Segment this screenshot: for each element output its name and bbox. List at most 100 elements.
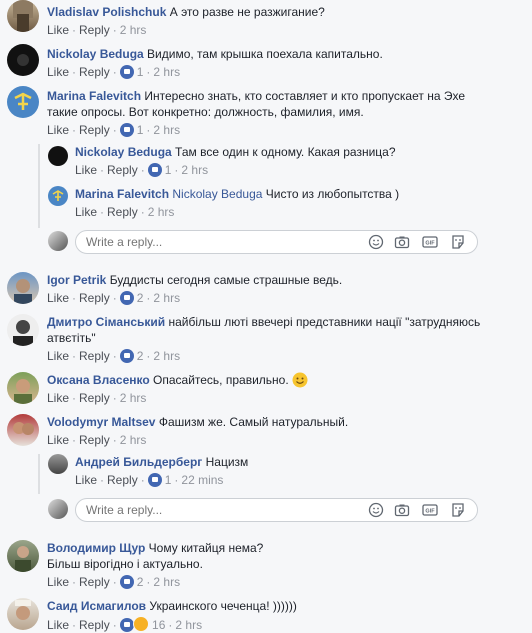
comment-author[interactable]: Саид Исмагилов — [47, 599, 146, 613]
timestamp[interactable]: 2 hrs — [153, 123, 180, 137]
comment-text: Фашизм же. Самый натуральный. — [158, 415, 349, 429]
reply-button[interactable]: Reply — [79, 123, 110, 137]
sticker-icon[interactable] — [450, 234, 466, 250]
timestamp[interactable]: 2 hrs — [153, 65, 180, 79]
timestamp[interactable]: 2 hrs — [153, 575, 180, 589]
comment-author[interactable]: Оксана Власенко — [47, 373, 150, 387]
separator: · — [72, 391, 77, 405]
avatar[interactable] — [48, 186, 68, 206]
gif-icon[interactable]: GIF — [422, 502, 438, 518]
comment-author[interactable]: Igor Petrik — [47, 273, 106, 287]
comment: Дмитро Сіманський найбільш люті ввечері … — [0, 312, 532, 368]
avatar[interactable] — [7, 598, 39, 630]
like-button[interactable]: Like — [47, 123, 69, 137]
timestamp[interactable]: 22 mins — [181, 473, 223, 487]
reply-button[interactable]: Reply — [79, 618, 110, 632]
like-button[interactable]: Like — [47, 575, 69, 589]
like-reaction-icon — [119, 349, 134, 363]
reaction-count[interactable]: 2 — [137, 575, 144, 589]
comment-author[interactable]: Володимир Щур — [47, 541, 145, 555]
reply-author[interactable]: Marina Falevitch — [75, 187, 169, 201]
current-user-avatar — [48, 231, 68, 251]
separator: · — [100, 163, 105, 177]
reaction-count[interactable]: 2 — [137, 349, 144, 363]
avatar[interactable] — [7, 272, 39, 304]
comment: Оксана Власенко Опасайтесь, правильно. L… — [0, 372, 532, 412]
timestamp[interactable]: 2 hrs — [120, 391, 147, 405]
comment-text-line2: атвєтіть" — [47, 331, 96, 345]
timestamp[interactable]: 2 hrs — [175, 618, 202, 632]
reaction-count[interactable]: 1 — [137, 123, 144, 137]
reply-button[interactable]: Reply — [79, 391, 110, 405]
reply-author[interactable]: Андрей Бильдерберг — [75, 455, 202, 469]
reply-button[interactable]: Reply — [107, 205, 138, 219]
reply-button[interactable]: Reply — [79, 575, 110, 589]
camera-icon[interactable] — [394, 502, 410, 518]
reply-button[interactable]: Reply — [79, 65, 110, 79]
comment-text: Опасайтесь, правильно. — [153, 373, 289, 387]
avatar[interactable] — [7, 372, 39, 404]
separator: · — [168, 618, 173, 632]
timestamp[interactable]: 2 hrs — [153, 291, 180, 305]
timestamp[interactable]: 2 hrs — [148, 205, 175, 219]
reply-button[interactable]: Reply — [107, 163, 138, 177]
timestamp[interactable]: 2 hrs — [120, 433, 147, 447]
reply: Nickolay Beduga Там все один к одному. К… — [0, 144, 532, 180]
gif-icon[interactable]: GIF — [422, 234, 438, 250]
timestamp[interactable]: 2 hrs — [181, 163, 208, 177]
emoji-icon[interactable] — [368, 234, 384, 250]
like-button[interactable]: Like — [47, 23, 69, 37]
reply-button[interactable]: Reply — [79, 349, 110, 363]
like-button[interactable]: Like — [47, 349, 69, 363]
reaction-count[interactable]: 16 — [152, 618, 165, 632]
avatar-photo-icon — [17, 54, 29, 66]
like-button[interactable]: Like — [47, 291, 69, 305]
comment-author[interactable]: Volodymyr Maltsev — [47, 415, 155, 429]
reaction-count[interactable]: 1 — [137, 65, 144, 79]
separator: · — [100, 205, 105, 219]
avatar[interactable] — [48, 146, 68, 166]
comment-author[interactable]: Nickolay Beduga — [47, 47, 144, 61]
avatar[interactable] — [7, 314, 39, 346]
comment-author[interactable]: Marina Falevitch — [47, 89, 141, 103]
separator: · — [146, 349, 151, 363]
comment-author[interactable]: Vladislav Polishchuk — [47, 5, 166, 19]
avatar-photo-icon — [14, 279, 32, 304]
like-button[interactable]: Like — [47, 618, 69, 632]
reply-button[interactable]: Reply — [79, 23, 110, 37]
avatar[interactable] — [7, 0, 39, 32]
timestamp[interactable]: 2 hrs — [153, 349, 180, 363]
like-button[interactable]: Like — [47, 391, 69, 405]
like-button[interactable]: Like — [47, 65, 69, 79]
comment: Саид Исмагилов Украинского чеченца! ))))… — [0, 598, 532, 632]
like-button[interactable]: Like — [47, 433, 69, 447]
reply-button[interactable]: Reply — [79, 291, 110, 305]
avatar[interactable] — [48, 454, 68, 474]
like-button[interactable]: Like — [75, 163, 97, 177]
reaction-count[interactable]: 2 — [137, 291, 144, 305]
camera-icon[interactable] — [394, 234, 410, 250]
reply-author[interactable]: Nickolay Beduga — [75, 145, 172, 159]
reply-input[interactable] — [86, 503, 306, 517]
separator: · — [146, 65, 151, 79]
avatar[interactable] — [7, 86, 39, 118]
reply-text: Там все один к одному. Какая разница? — [175, 145, 396, 159]
like-button[interactable]: Like — [75, 473, 97, 487]
avatar[interactable] — [7, 44, 39, 76]
reply-input[interactable] — [86, 235, 306, 249]
emoji-icon[interactable] — [368, 502, 384, 518]
avatar[interactable] — [7, 540, 39, 572]
timestamp[interactable]: 2 hrs — [120, 23, 147, 37]
reaction-count[interactable]: 1 — [165, 473, 172, 487]
reply-button[interactable]: Reply — [107, 473, 138, 487]
avatar[interactable] — [7, 414, 39, 446]
reaction-count[interactable]: 1 — [165, 163, 172, 177]
reply-box: GIF — [75, 230, 478, 254]
reply-button[interactable]: Reply — [79, 433, 110, 447]
comment-author[interactable]: Дмитро Сіманський — [47, 315, 165, 329]
reply: Андрей Бильдерберг Нацизм Like · Reply · 1 · 2… — [0, 454, 532, 490]
sticker-icon[interactable] — [450, 502, 466, 518]
mention-link[interactable]: Nickolay Beduga — [172, 187, 262, 201]
like-button[interactable]: Like — [75, 205, 97, 219]
separator: · — [112, 123, 117, 137]
